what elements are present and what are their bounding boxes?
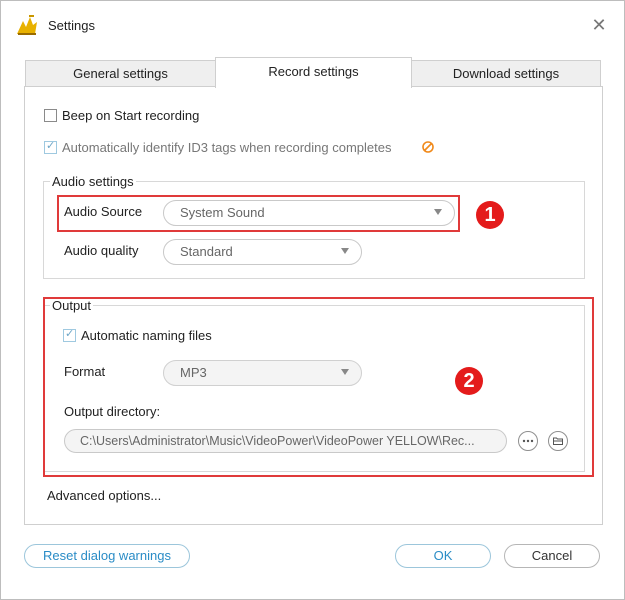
tab-general-settings[interactable]: General settings [25, 60, 216, 87]
chevron-down-icon [341, 248, 349, 254]
reset-dialog-warnings-button[interactable]: Reset dialog warnings [24, 544, 190, 568]
highlight-box-2 [43, 297, 594, 477]
id3-checkbox[interactable] [44, 139, 57, 154]
beep-label: Beep on Start recording [62, 108, 200, 123]
tab-record-settings[interactable]: Record settings [215, 57, 412, 88]
annotation-badge-1: 1 [476, 201, 504, 229]
app-logo-icon [15, 13, 39, 37]
audio-settings-title: Audio settings [50, 174, 136, 189]
audio-quality-value: Standard [180, 244, 233, 259]
beep-checkbox[interactable] [44, 109, 57, 122]
ok-button[interactable]: OK [395, 544, 491, 568]
annotation-badge-2: 2 [455, 367, 483, 395]
close-icon[interactable]: ✕ [589, 15, 609, 35]
title-bar: Settings ✕ [1, 1, 624, 51]
highlight-box-1 [57, 195, 460, 232]
window-title: Settings [48, 18, 95, 33]
settings-dialog: Settings ✕ General settings Record setti… [0, 0, 625, 600]
forbidden-icon[interactable] [421, 140, 435, 154]
tab-download-settings[interactable]: Download settings [411, 60, 601, 87]
id3-label: Automatically identify ID3 tags when rec… [62, 140, 392, 155]
audio-quality-select[interactable]: Standard [163, 239, 362, 265]
advanced-options-link[interactable]: Advanced options... [47, 488, 161, 503]
cancel-button[interactable]: Cancel [504, 544, 600, 568]
audio-quality-label: Audio quality [64, 243, 139, 258]
